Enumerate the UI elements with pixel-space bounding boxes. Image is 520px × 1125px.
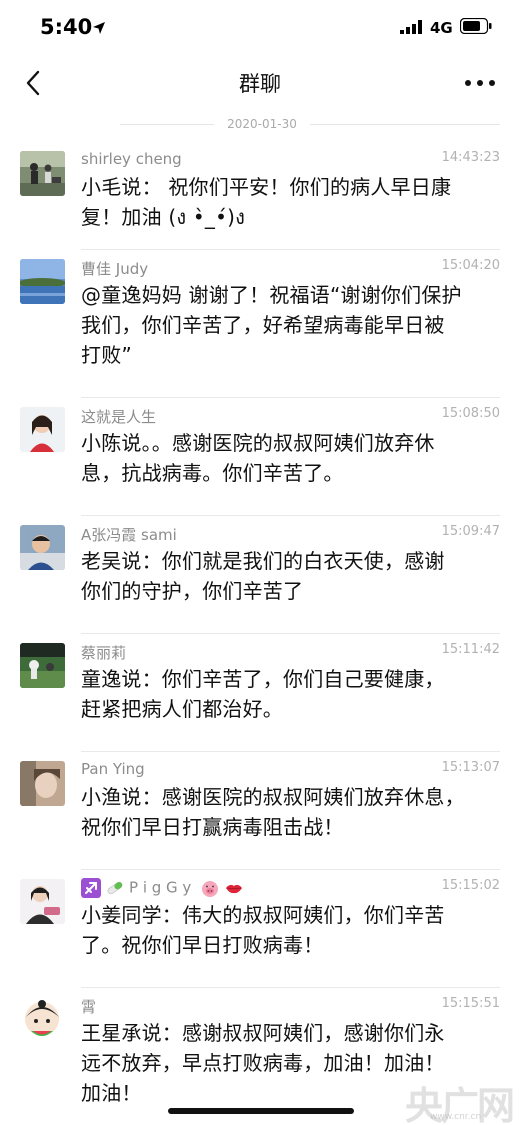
message-line: 打败” [81, 343, 132, 367]
message-item[interactable]: 这就是人生 15:08:50 小陈说。。感谢医院的叔叔阿姨们放弃休 息，抗战病毒… [0, 398, 520, 516]
pig-face-icon [202, 881, 219, 897]
avatar[interactable] [20, 259, 65, 304]
message-time: 15:15:51 [441, 996, 500, 1011]
message-line: 童逸说：你们辛苦了，你们自己要健康， [81, 667, 445, 691]
sender-name: 这就是人生 [81, 408, 157, 426]
avatar[interactable] [20, 643, 65, 688]
message-line: @童逸妈妈 谢谢了！祝福语“谢谢你们保护 [81, 283, 462, 307]
message-line: 息，抗战病毒。你们辛苦了。 [81, 461, 344, 485]
message-time: 15:04:20 [441, 258, 500, 273]
sender-name-text: P i g G y [129, 878, 192, 897]
message-text: 老吴说：你们就是我们的白衣天使，感谢 你们的守护，你们辛苦了 [81, 546, 501, 606]
sender-name: 曹佳 Judy [81, 260, 149, 278]
message-time: 15:15:02 [441, 878, 500, 893]
message-line: 了。祝你们早日打败病毒！ [81, 933, 324, 957]
message-item[interactable]: 曹佳 Judy 15:04:20 @童逸妈妈 谢谢了！祝福语“谢谢你们保护 我们… [0, 250, 520, 398]
watermark-url: www.cnr.cn [430, 1112, 482, 1122]
message-line: 远不放弃，早点打败病毒，加油！加油！ [81, 1051, 445, 1075]
message-line: 祝你们早日打赢病毒阻击战！ [81, 815, 344, 839]
status-bar: 5:40 4G [0, 0, 520, 56]
message-line: 小渔说：感谢医院的叔叔阿姨们放弃休息， [81, 785, 465, 809]
avatar[interactable] [20, 761, 65, 806]
message-item[interactable]: Pan Ying 15:13:07 小渔说：感谢医院的叔叔阿姨们放弃休息， 祝你… [0, 752, 520, 870]
nav-bar: 群聊 [0, 56, 520, 110]
avatar[interactable] [20, 151, 65, 196]
network-type: 4G [430, 19, 453, 37]
avatar[interactable] [20, 997, 65, 1042]
message-item[interactable]: P i g G y 15:15:02 小姜同学：伟大的叔叔阿姨们，你们辛苦 了。… [0, 870, 520, 988]
message-list[interactable]: shirley cheng 14:43:23 小毛说： 祝你们平安！你们的病人早… [0, 142, 520, 1125]
message-line: 赶紧把病人们都治好。 [81, 697, 283, 721]
date-separator: 2020-01-30 [120, 116, 500, 134]
message-line: 小毛说： 祝你们平安！你们的病人早日康 [81, 175, 452, 199]
message-line: 小姜同学：伟大的叔叔阿姨们，你们辛苦 [81, 903, 445, 927]
sender-name: 霄 [81, 998, 97, 1016]
sender-name: A张冯霞 sami [81, 526, 177, 544]
sender-name: Pan Ying [81, 760, 145, 778]
message-time: 15:09:47 [441, 524, 500, 539]
avatar[interactable] [20, 407, 65, 452]
message-line: 复！加油 (ง •̀_•́)ง [81, 205, 246, 229]
message-text: 小渔说：感谢医院的叔叔阿姨们放弃休息， 祝你们早日打赢病毒阻击战！ [81, 782, 501, 842]
divider [310, 124, 500, 125]
divider [120, 124, 214, 125]
sender-name: shirley cheng [81, 150, 182, 168]
message-time: 15:13:07 [441, 760, 500, 775]
message-text: 小毛说： 祝你们平安！你们的病人早日康 复！加油 (ง •̀_•́)ง [81, 172, 501, 232]
more-button[interactable] [462, 72, 498, 94]
message-time: 15:11:42 [441, 642, 500, 657]
signal-icon [400, 20, 422, 34]
message-text: 童逸说：你们辛苦了，你们自己要健康， 赶紧把病人们都治好。 [81, 664, 501, 724]
message-text: 小姜同学：伟大的叔叔阿姨们，你们辛苦 了。祝你们早日打败病毒！ [81, 900, 501, 960]
avatar[interactable] [20, 879, 65, 924]
home-indicator[interactable] [168, 1108, 354, 1114]
message-line: 我们，你们辛苦了，好希望病毒能早日被 [81, 313, 445, 337]
sender-name: P i g G y [81, 878, 248, 898]
message-line: 王星承说：感谢叔叔阿姨们，感谢你们永 [81, 1021, 445, 1045]
date-label: 2020-01-30 [227, 117, 297, 131]
message-line: 小陈说。。感谢医院的叔叔阿姨们放弃休 [81, 431, 435, 455]
sender-name: 蔡丽莉 [81, 644, 127, 662]
avatar[interactable] [20, 525, 65, 570]
message-text: @童逸妈妈 谢谢了！祝福语“谢谢你们保护 我们，你们辛苦了，好希望病毒能早日被 … [81, 280, 501, 370]
message-text: 小陈说。。感谢医院的叔叔阿姨们放弃休 息，抗战病毒。你们辛苦了。 [81, 428, 501, 488]
battery-icon [460, 18, 492, 34]
lips-icon [226, 884, 243, 894]
location-arrow-icon [93, 22, 105, 34]
message-line: 你们的守护，你们辛苦了 [81, 579, 304, 603]
message-line: 老吴说：你们就是我们的白衣天使，感谢 [81, 549, 445, 573]
status-time: 5:40 [40, 15, 93, 39]
message-item[interactable]: 蔡丽莉 15:11:42 童逸说：你们辛苦了，你们自己要健康， 赶紧把病人们都治… [0, 634, 520, 752]
sagittarius-icon [81, 878, 101, 898]
page-title: 群聊 [239, 72, 281, 96]
message-item[interactable]: shirley cheng 14:43:23 小毛说： 祝你们平安！你们的病人早… [0, 142, 520, 250]
message-item[interactable]: A张冯霞 sami 15:09:47 老吴说：你们就是我们的白衣天使，感谢 你们… [0, 516, 520, 634]
pill-icon [107, 881, 123, 895]
message-time: 14:43:23 [441, 150, 500, 165]
message-time: 15:08:50 [441, 406, 500, 421]
